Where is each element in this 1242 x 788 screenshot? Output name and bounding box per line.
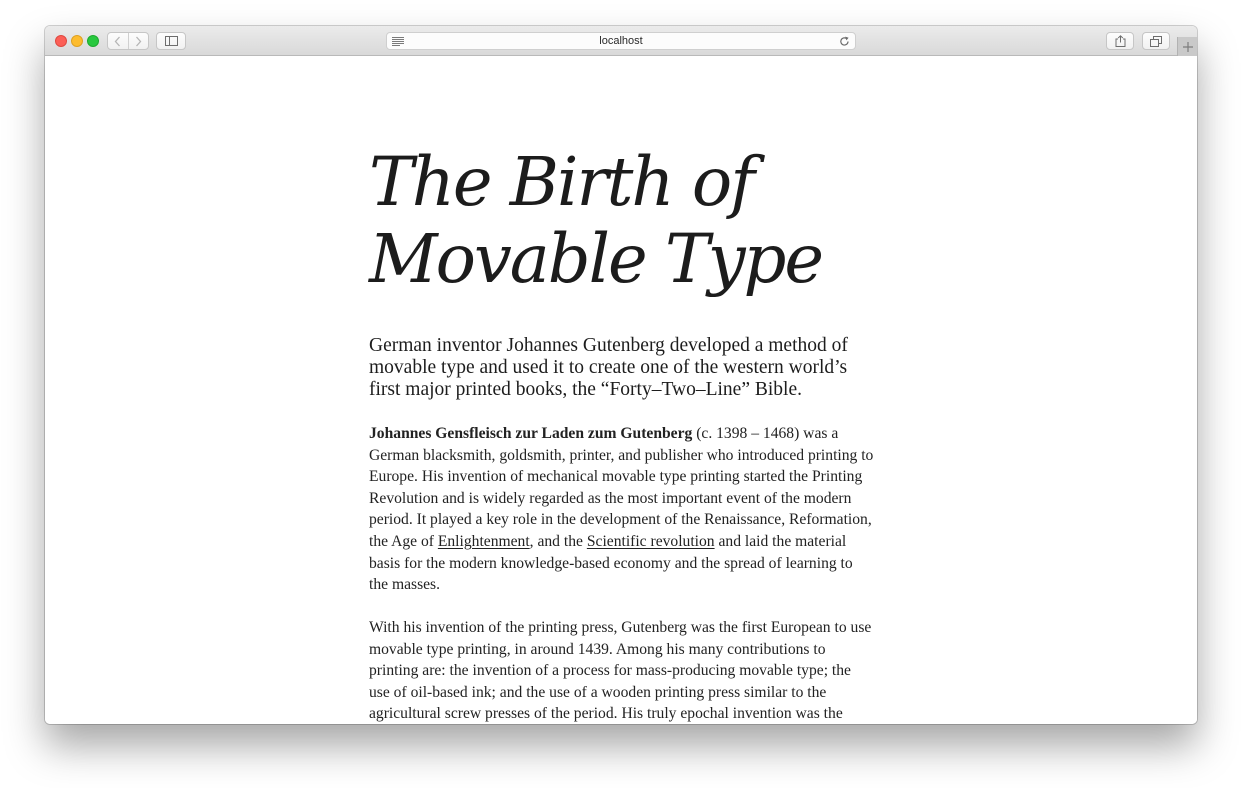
close-window-button[interactable] (55, 35, 67, 47)
show-all-tabs-button[interactable] (1142, 32, 1170, 50)
article-title: The Birth of Movable Type (369, 144, 889, 298)
tabs-icon (1150, 35, 1162, 47)
enlightenment-link[interactable]: Enlightenment (438, 533, 530, 550)
sidebar-icon (164, 36, 178, 46)
chevron-right-icon (135, 36, 142, 46)
paragraph-1-text-b: , and the (529, 532, 587, 550)
page-content: The Birth of Movable Type German invento… (45, 56, 1197, 724)
browser-toolbar: localhost (45, 26, 1197, 56)
minimize-window-button[interactable] (71, 35, 83, 47)
share-button[interactable] (1106, 32, 1134, 50)
address-url: localhost (599, 35, 643, 47)
scientific-revolution-link[interactable]: Scientific revolution (587, 533, 715, 550)
new-tab-button[interactable] (1177, 37, 1197, 56)
article-lead: German inventor Johannes Gutenberg devel… (369, 335, 848, 400)
article-paragraph-2: With his invention of the printing press… (369, 619, 872, 723)
plus-icon (1182, 41, 1193, 52)
article-paragraph-1: Johannes Gensfleisch zur Laden zum Guten… (369, 423, 875, 596)
forward-button[interactable] (127, 33, 149, 49)
maximize-window-button[interactable] (87, 35, 99, 47)
reload-icon[interactable] (839, 36, 850, 47)
chevron-left-icon (114, 36, 121, 46)
history-nav-group (107, 32, 149, 50)
title-line-1: The Birth of (369, 143, 755, 221)
browser-window: localhost The Birth of Movable Type Germ… (45, 26, 1197, 724)
address-bar[interactable]: localhost (386, 32, 856, 50)
title-line-2: Movable Type (369, 220, 824, 298)
subject-name: Johannes Gensfleisch zur Laden zum Guten… (369, 425, 693, 442)
paragraph-1-text-a: (c. 1398 – 1468) was a German blacksmith… (369, 425, 874, 550)
sidebar-toggle-button[interactable] (156, 32, 186, 50)
back-button[interactable] (108, 33, 128, 49)
share-icon (1115, 35, 1125, 47)
